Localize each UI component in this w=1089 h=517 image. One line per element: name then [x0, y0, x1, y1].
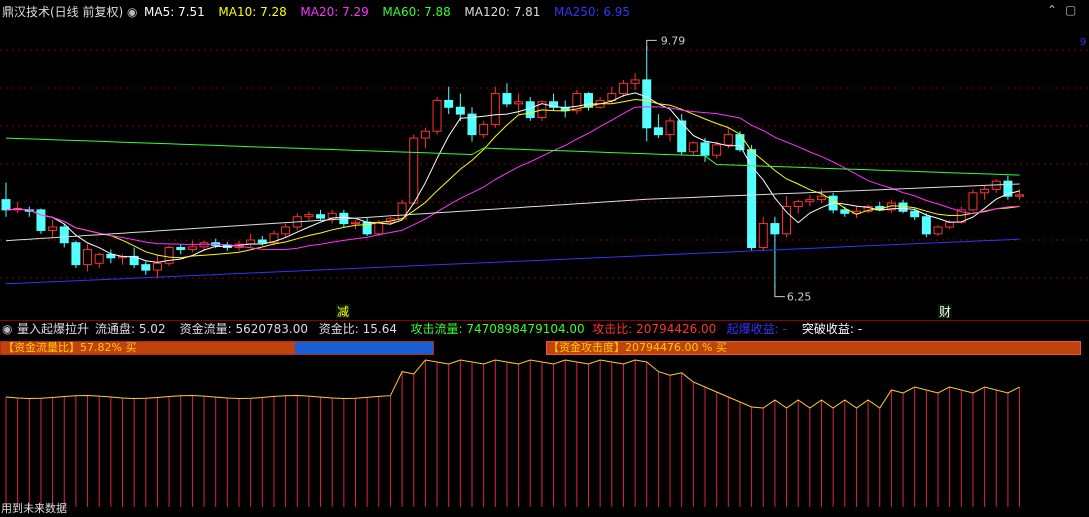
indicator-value: 起爆收益: -: [726, 322, 787, 336]
ma5-line: [5, 92, 1020, 263]
candle-up: [420, 130, 430, 139]
candle-up: [187, 246, 197, 251]
ma-legend-item: MA60: 7.88: [382, 5, 451, 19]
low-pointer: [774, 284, 785, 298]
indicator-value: 流通盘: 5.02: [95, 322, 166, 336]
candle-up: [351, 221, 360, 225]
candle-up: [712, 144, 722, 156]
ma-legend-item: MA5: 7.51: [144, 5, 205, 19]
indicator-value: 突破收益: -: [801, 322, 863, 336]
ma-legend-item: MA20: 7.29: [300, 5, 369, 19]
indicator-line: [5, 359, 1020, 409]
candle-down: [444, 99, 454, 108]
candle-down: [770, 223, 780, 235]
candle-up: [304, 214, 314, 218]
candle-up: [665, 120, 675, 136]
candle-up: [246, 239, 256, 245]
fund-flow-ratio-label: 【资金流量比】57.82% 买: [3, 341, 137, 354]
collapse-up-icon[interactable]: ⌃: [1047, 3, 1057, 17]
candle-up: [48, 226, 58, 231]
candle-up: [374, 221, 384, 235]
event-marker: 财: [939, 305, 951, 319]
candle-down: [59, 226, 69, 244]
indicator-menu-icon[interactable]: ◉: [2, 322, 12, 336]
candle-up: [94, 253, 104, 264]
candle-down: [840, 209, 850, 214]
candle-up: [618, 82, 628, 95]
event-marker: 减: [337, 305, 349, 319]
candle-up: [409, 137, 419, 204]
indicator-value: 资金比: 15.64: [318, 322, 398, 336]
candle-up: [782, 205, 792, 235]
candle-up: [723, 134, 733, 146]
candle-down: [176, 247, 186, 251]
high-pointer: [646, 39, 657, 51]
candle-down: [653, 127, 663, 136]
candle-down: [735, 134, 745, 151]
candle-up: [432, 99, 442, 132]
indicator-header: ◉ 量入起爆拉升 流通盘: 5.02 资金流量: 5620783.00 资金比: 1…: [0, 320, 1089, 340]
candle-up: [793, 201, 803, 207]
candle-up: [980, 188, 990, 194]
ma-legend-item: MA250: 6.95: [554, 5, 631, 19]
candle-up: [1015, 194, 1025, 197]
candle-up: [281, 226, 291, 235]
stock-title[interactable]: 鼎汉技术(日线 前复权): [2, 5, 123, 19]
candle-down: [316, 214, 326, 219]
candle-down: [642, 79, 652, 129]
candle-down: [71, 242, 81, 266]
candle-up: [490, 93, 500, 125]
candle-down: [257, 239, 267, 244]
candle-up: [933, 226, 943, 235]
candle-down: [455, 106, 465, 115]
candle-up: [514, 101, 524, 105]
candle-up: [630, 79, 640, 84]
candle-up: [479, 123, 489, 136]
candle-up: [945, 221, 955, 228]
candle-down: [141, 264, 151, 271]
indicator-value: 攻击比: 20794426.00: [592, 322, 717, 336]
candle-down: [1, 199, 11, 211]
candle-up: [83, 249, 93, 266]
high-label: 9.79: [661, 34, 686, 47]
candle-up: [152, 262, 162, 271]
indicator-value: 资金流量: 5620783.00: [179, 322, 308, 336]
candle-down: [525, 101, 535, 119]
candle-down: [910, 210, 920, 218]
indicator-value: 攻击流量: 7470898479104.00: [410, 322, 585, 336]
low-label: 6.25: [787, 291, 812, 304]
candle-up: [758, 223, 768, 249]
fund-flow-bar-blue: [295, 342, 433, 354]
candle-up: [805, 199, 815, 203]
candle-down: [36, 209, 46, 231]
ma120-line: [5, 183, 1020, 242]
fund-attack-label: 【资金攻击度】20794476.00 % 买: [548, 341, 727, 354]
candle-down: [700, 142, 710, 156]
expand-icon[interactable]: ▢: [1065, 3, 1076, 17]
candle-up: [817, 195, 826, 201]
candle-down: [921, 216, 931, 235]
indicator-chart[interactable]: [0, 357, 1089, 517]
ma-legend-item: MA10: 7.28: [218, 5, 287, 19]
candle-down: [747, 149, 757, 249]
ma-legend-item: MA120: 7.81: [464, 5, 541, 19]
settings-circle-icon[interactable]: ◉: [127, 5, 137, 19]
indicator-name[interactable]: 量入起爆拉升: [17, 322, 89, 336]
footer-note: 用到未来数据: [1, 502, 67, 515]
ma10-line: [5, 98, 1020, 259]
candle-down: [502, 93, 512, 105]
price-chart[interactable]: 9.79 6.25 减 财: [0, 20, 1089, 320]
candle-up: [968, 192, 978, 211]
ma250-line: [5, 238, 1020, 285]
candle-up: [688, 142, 698, 153]
ma20-line: [5, 106, 1020, 250]
